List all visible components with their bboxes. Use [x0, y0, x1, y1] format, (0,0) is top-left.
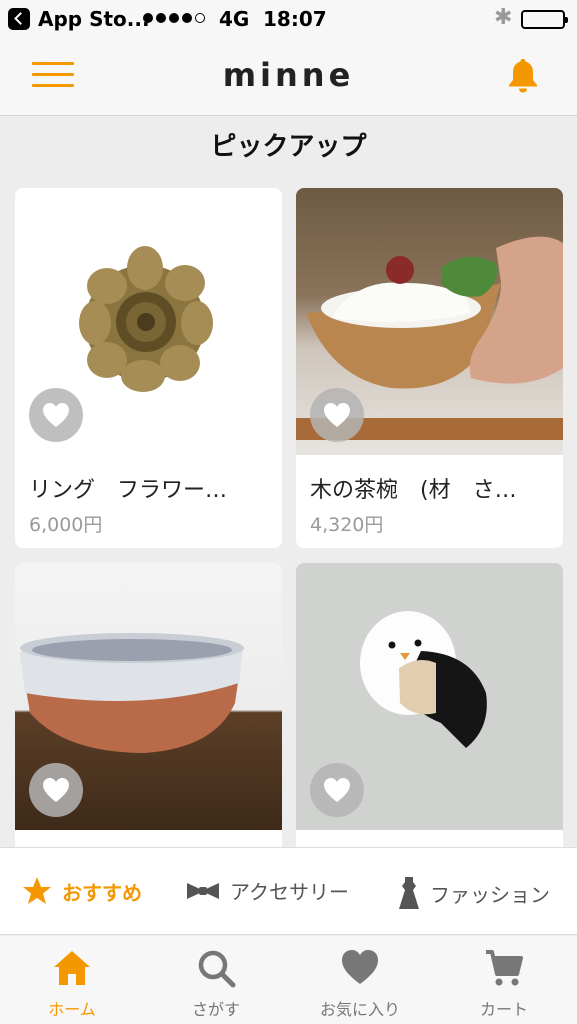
home-icon: [54, 951, 90, 985]
category-label: ファッション: [430, 882, 550, 907]
category-recommended[interactable]: おすすめ: [22, 876, 142, 906]
notification-bell-icon[interactable]: [505, 56, 541, 94]
product-title: 木の茶椀 (材 さ…: [310, 478, 517, 503]
category-bar: おすすめ アクセサリー ファッション: [0, 847, 577, 935]
product-title: リング フラワー…: [29, 478, 228, 503]
tab-label: さがす: [191, 1000, 240, 1019]
status-bar: App Sto... 4G 18:07 ✱: [0, 0, 577, 38]
favorite-button[interactable]: [310, 388, 364, 442]
star-icon: [23, 877, 51, 904]
heart-icon: [342, 950, 378, 984]
battery-icon: [521, 10, 568, 29]
favorite-button[interactable]: [29, 763, 83, 817]
menu-icon[interactable]: [32, 62, 74, 88]
heart-icon: [43, 403, 69, 427]
product-card[interactable]: リング フラワー… 6,000円: [15, 188, 282, 548]
product-card[interactable]: 木の茶椀 (材 さ… 4,320円: [296, 188, 563, 548]
bottom-tab-bar: ホーム さがす お気に入り カート: [0, 936, 577, 1024]
tab-home[interactable]: ホーム: [0, 948, 144, 1020]
dress-icon: [399, 877, 419, 909]
tab-label: ホーム: [48, 1000, 96, 1019]
carrier-label[interactable]: App Sto...: [38, 7, 150, 31]
clock: 18:07: [263, 7, 327, 31]
product-price: 6,000円: [29, 514, 103, 536]
favorite-button[interactable]: [29, 388, 83, 442]
bluetooth-icon: ✱: [494, 5, 513, 30]
bowtie-icon: [187, 882, 219, 899]
tab-cart[interactable]: カート: [432, 948, 576, 1020]
product-grid: リング フラワー… 6,000円 木の茶椀 (材 さ… 4,320円: [0, 187, 577, 847]
product-card[interactable]: [15, 563, 282, 847]
category-label: アクセサリー: [230, 880, 349, 904]
back-to-app-icon[interactable]: [8, 8, 30, 30]
heart-icon: [324, 403, 350, 427]
tab-favorites[interactable]: お気に入り: [288, 948, 432, 1020]
network-type: 4G: [219, 7, 250, 31]
tab-label: お気に入り: [319, 1000, 400, 1019]
heart-icon: [324, 778, 350, 802]
search-icon: [198, 950, 236, 988]
app-header: minne: [0, 38, 577, 116]
tab-label: カート: [479, 1000, 528, 1019]
product-price: 4,320円: [310, 514, 384, 536]
product-card[interactable]: [296, 563, 563, 847]
category-fashion[interactable]: ファッション: [398, 876, 550, 910]
category-accessories[interactable]: アクセサリー: [186, 876, 349, 905]
section-title: ピックアップ: [210, 132, 367, 162]
signal-strength-icon: [143, 13, 205, 23]
heart-icon: [43, 778, 69, 802]
cart-icon: [486, 950, 523, 986]
favorite-button[interactable]: [310, 763, 364, 817]
app-logo: minne: [222, 56, 355, 94]
category-label: おすすめ: [62, 880, 142, 905]
tab-search[interactable]: さがす: [144, 948, 288, 1020]
